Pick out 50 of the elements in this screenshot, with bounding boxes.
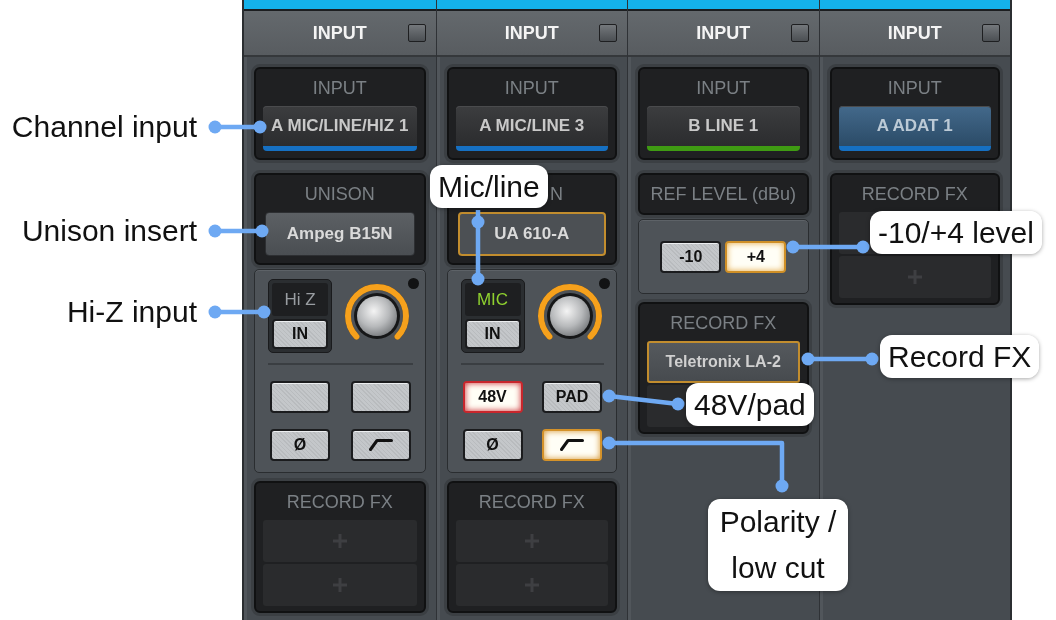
header-toggle[interactable] <box>407 24 426 42</box>
section-label: INPUT <box>312 77 367 100</box>
section-label: INPUT <box>696 77 751 100</box>
section-label: INPUT <box>887 77 942 100</box>
channel-title: INPUT <box>504 22 559 44</box>
section-label: UNISON <box>304 183 375 206</box>
section-label: REF LEVEL (dBu) <box>650 183 796 206</box>
leader-line <box>208 305 271 319</box>
annotation-tooltip: Record FX <box>880 335 1040 378</box>
slope-line-icon <box>560 439 584 451</box>
leader-line <box>208 120 267 134</box>
section-label: RECORD FX <box>670 312 777 335</box>
annotation-tooltip: Polarity / low cut <box>708 499 848 591</box>
annotation-tooltip: 48V/pad <box>686 383 814 426</box>
leader-line <box>208 224 269 238</box>
slope-line-icon <box>368 439 393 451</box>
level-option-button[interactable]: +4 <box>725 240 787 273</box>
plugin-slot[interactable]: Teletronix LA-2 <box>647 341 800 383</box>
input-mode-label[interactable]: MIC <box>464 283 521 316</box>
blank-button[interactable] <box>350 381 411 413</box>
header-toggle[interactable] <box>599 24 617 42</box>
section-label: RECORD FX <box>861 183 968 206</box>
section-label: INPUT <box>504 77 559 100</box>
channel-title: INPUT <box>887 22 942 44</box>
section-label: N <box>550 183 563 206</box>
input-selector[interactable]: A ADAT 1 <box>838 106 991 151</box>
in-button[interactable]: IN <box>464 319 521 349</box>
toggle-button[interactable]: Ø <box>462 429 523 461</box>
blank-button[interactable] <box>270 381 330 413</box>
header-toggle[interactable] <box>790 24 809 42</box>
header-toggle[interactable] <box>982 24 1000 42</box>
plugin-button[interactable]: Ampeg B15N <box>265 212 415 256</box>
input-selector[interactable]: A MIC/LINE 3 <box>455 106 608 151</box>
level-option-button[interactable]: -10 <box>660 240 722 273</box>
toggle-button[interactable]: 48V <box>462 381 523 413</box>
plugin-button[interactable]: UA 610-A <box>457 212 606 256</box>
filter-button[interactable] <box>542 429 602 461</box>
channel-title: INPUT <box>696 22 751 44</box>
input-selector[interactable]: A MIC/LINE/HIZ 1 <box>263 106 417 151</box>
input-selector[interactable]: B LINE 1 <box>647 106 800 151</box>
in-button[interactable]: IN <box>272 319 328 349</box>
annotation-tooltip: -10/+4 level <box>870 211 1042 254</box>
section-label: RECORD FX <box>478 491 585 514</box>
filter-button[interactable] <box>350 429 411 461</box>
annotation-tooltip: Mic/line <box>430 165 548 208</box>
toggle-button[interactable]: Ø <box>270 429 330 461</box>
section-label: RECORD FX <box>286 491 393 514</box>
toggle-button[interactable]: PAD <box>542 381 602 413</box>
channel-title: INPUT <box>312 22 367 44</box>
input-mode-label[interactable]: Hi Z <box>272 283 328 316</box>
